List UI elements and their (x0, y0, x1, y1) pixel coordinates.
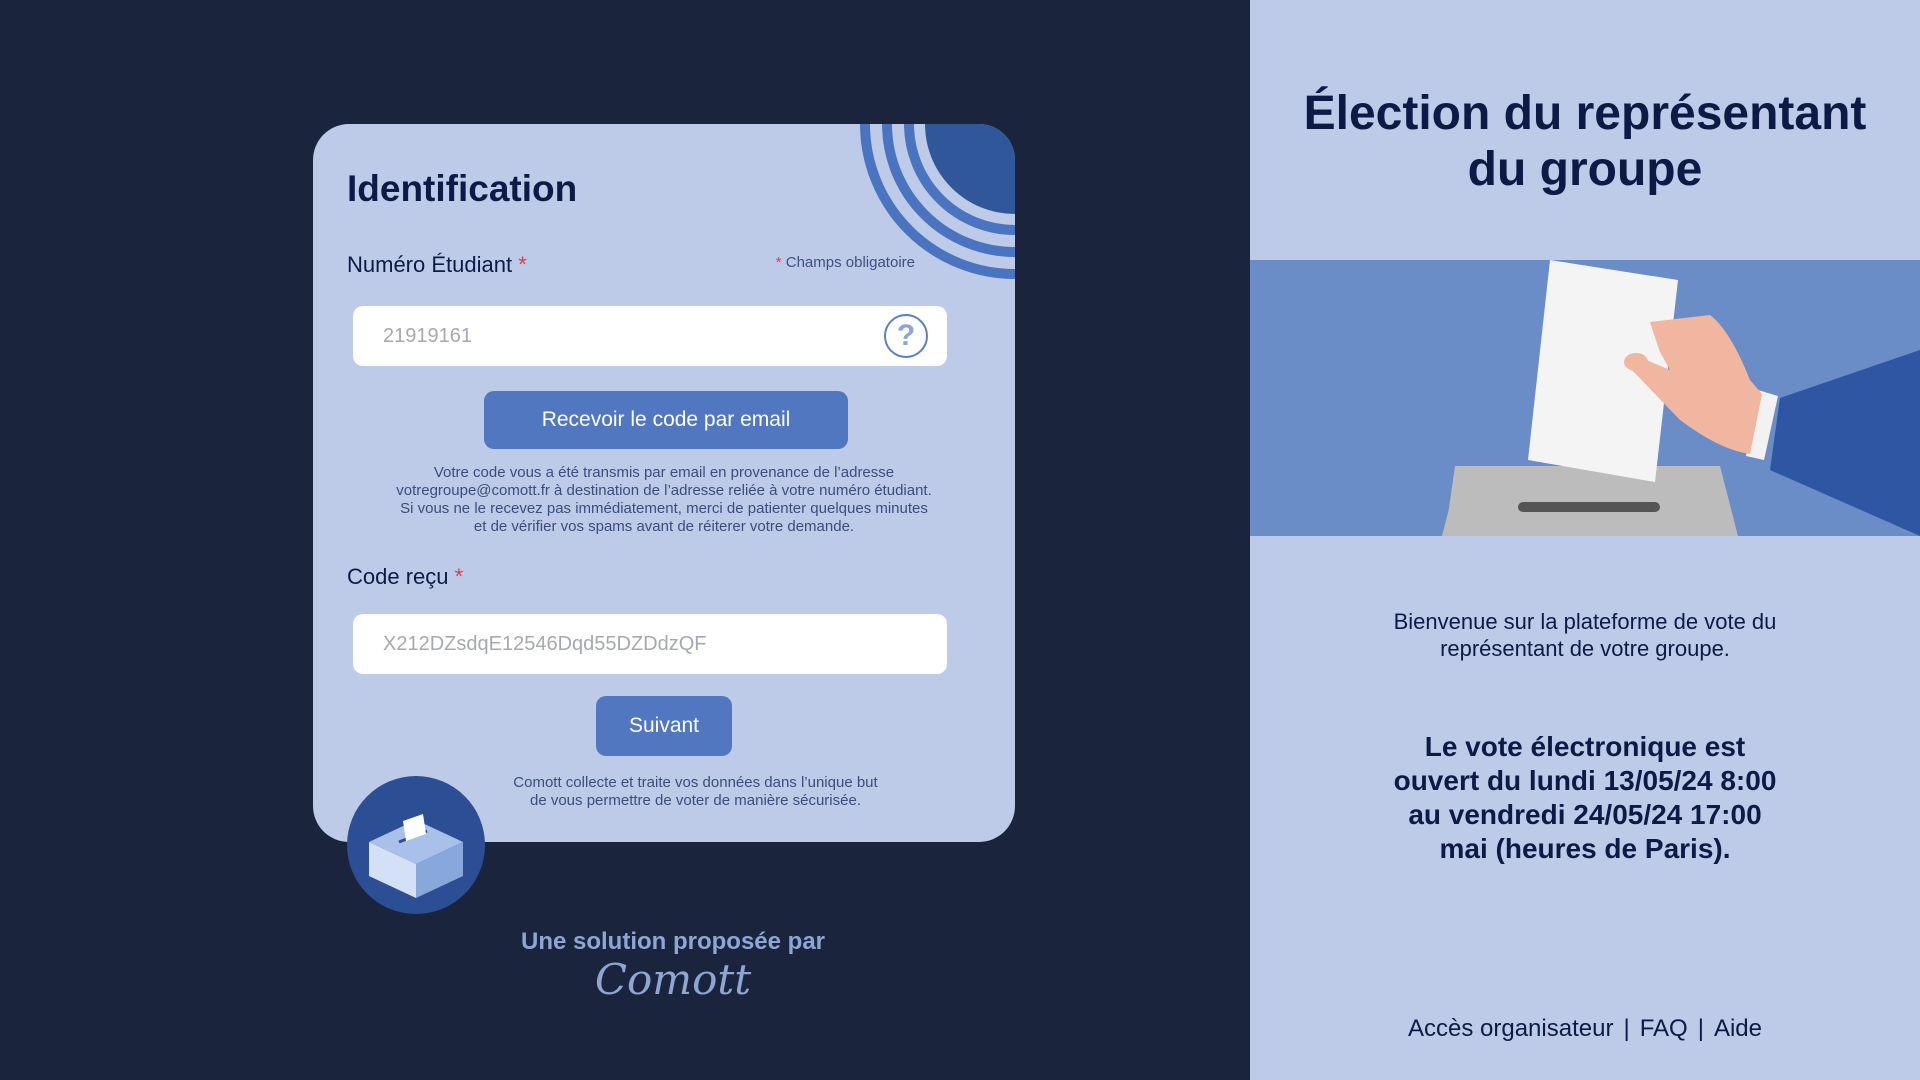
form-title: Identification (347, 168, 578, 209)
brand-logo: Comott (594, 955, 752, 1004)
info-panel: Élection du représentant du groupe Bienv… (1250, 0, 1920, 1080)
welcome-line: Bienvenue sur la plateforme de vote du (1393, 609, 1777, 634)
separator: | (1623, 1015, 1630, 1042)
vote-dates-line: ouvert du lundi 13/05/24 8:00 (1393, 765, 1777, 796)
footer-links: Accès organisateur | FAQ | Aide (1250, 1015, 1920, 1043)
code-info-line: votregroupe@comott.fr à destination de l… (396, 482, 932, 499)
vote-dates-line: Le vote électronique est (1424, 731, 1746, 762)
organizer-access-link[interactable]: Accès organisateur (1408, 1015, 1613, 1043)
privacy-line: Comott collecte et traite vos données da… (513, 774, 878, 791)
question-icon[interactable]: ? (884, 314, 928, 358)
welcome-text: Bienvenue sur la plateforme de vote du r… (1250, 608, 1920, 662)
identification-card: Identification Numéro Étudiant * * Champ… (313, 124, 1015, 842)
welcome-line: représentant de votre groupe. (1440, 636, 1730, 661)
required-asterisk: * (518, 252, 527, 277)
code-label-text: Code reçu (347, 564, 449, 589)
help-link[interactable]: Aide (1714, 1015, 1762, 1043)
code-info-line: Votre code vous a été transmis par email… (433, 464, 895, 481)
code-input[interactable] (353, 614, 947, 674)
code-info-text: Votre code vous a été transmis par email… (333, 464, 995, 536)
code-info-line: et de vérifier vos spams avant de réiter… (473, 518, 855, 535)
separator: | (1697, 1015, 1704, 1042)
ballot-box-icon (347, 776, 485, 914)
code-label: Code reçu * (347, 564, 463, 590)
faq-link[interactable]: FAQ (1640, 1015, 1688, 1043)
vote-dates: Le vote électronique est ouvert du lundi… (1250, 730, 1920, 866)
tagline: Une solution proposée par (520, 928, 826, 955)
voting-hand-illustration (1250, 260, 1920, 536)
vote-dates-line: mai (heures de Paris). (1439, 833, 1731, 864)
election-title-line: Élection du représentant (1303, 87, 1867, 140)
send-code-button[interactable]: Recevoir le code par email (484, 391, 848, 449)
required-note: * Champs obligatoire (776, 254, 915, 271)
student-number-input[interactable] (353, 306, 947, 366)
election-title-line: du groupe (1467, 143, 1703, 196)
vote-dates-line: au vendredi 24/05/24 17:00 (1408, 799, 1762, 830)
student-number-label-text: Numéro Étudiant (347, 252, 513, 277)
privacy-line: de vous permettre de voter de manière sé… (529, 792, 861, 809)
next-button[interactable]: Suivant (596, 696, 732, 756)
required-asterisk: * (454, 564, 464, 589)
election-title: Élection du représentant du groupe (1250, 86, 1920, 198)
student-number-label: Numéro Étudiant * (347, 252, 527, 278)
required-note-asterisk: * (775, 254, 782, 271)
login-panel: Identification Numéro Étudiant * * Champ… (0, 0, 1250, 1080)
required-note-text: Champs obligatoire (785, 254, 915, 271)
privacy-text: Comott collecte et traite vos données da… (473, 774, 918, 810)
code-info-line: Si vous ne le recevez pas immédiatement,… (400, 500, 928, 517)
